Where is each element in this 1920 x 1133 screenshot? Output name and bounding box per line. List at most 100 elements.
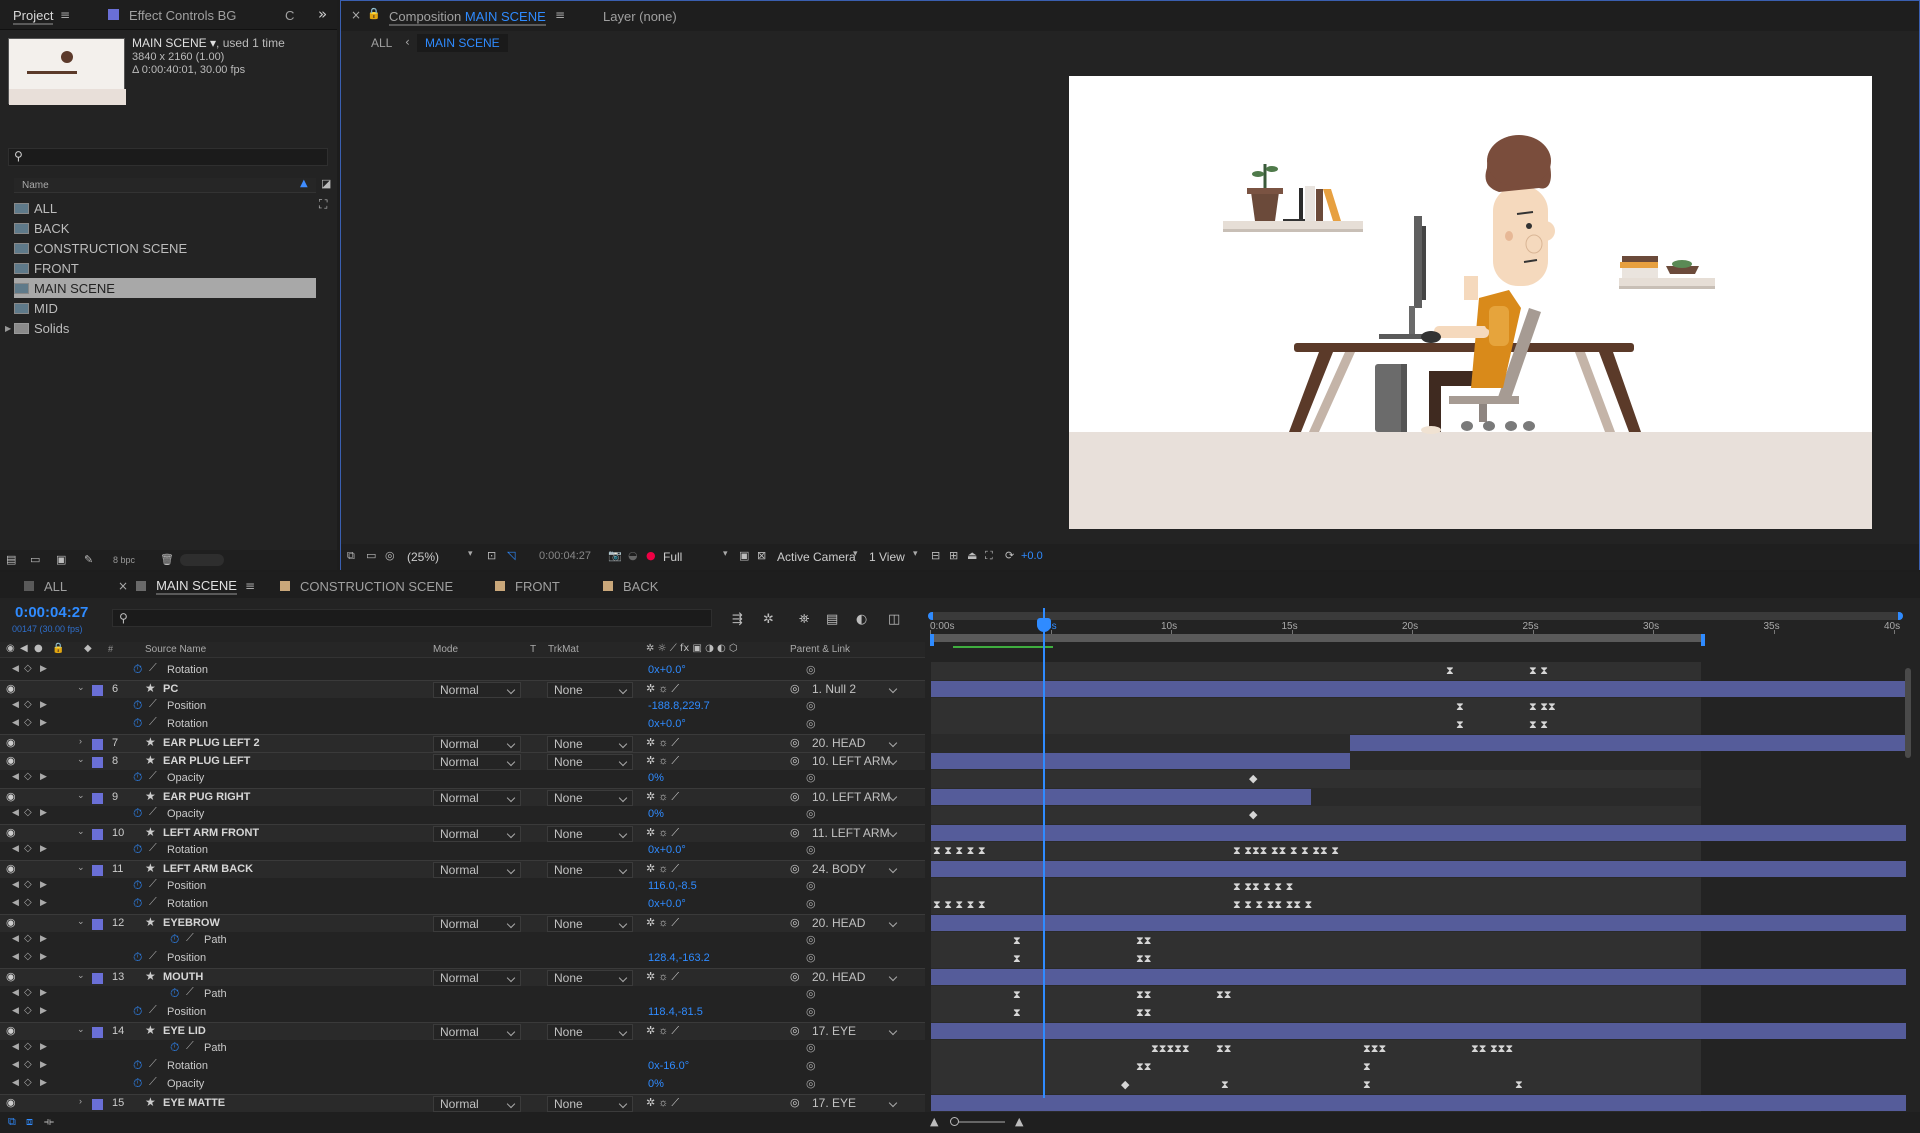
zoom-out-icon[interactable]: ▲ [930,1115,938,1128]
property-row[interactable]: ◀ ◇ ▶ ⏱ ⟋ Opacity 0% ◎ [0,806,925,824]
pickwhip-icon[interactable]: ◎ [790,754,800,767]
keyframe[interactable]: ⧗ [1013,953,1021,965]
stopwatch-icon[interactable]: ⏱ [133,842,142,857]
expand-right-icon[interactable]: › [79,1096,82,1106]
timeline-current-time[interactable]: 0:00:04:27 [15,604,88,621]
keyframe[interactable]: ⧗ ⧗⧗ ⧗ ⧗ ⧗ [1233,881,1293,893]
layer-name[interactable]: PC [163,683,178,695]
eye-icon[interactable]: ◉ [6,1024,16,1037]
layer-color-swatch[interactable] [92,829,103,840]
snapshot-icon[interactable]: ◒ [628,549,638,562]
bit-depth[interactable]: 8 bpc [113,555,135,565]
flowchart-icon[interactable]: ⛶ [985,549,993,563]
next-keyframe-icon[interactable]: ▶ [40,843,47,854]
layer-switches[interactable]: ✲ ☼ ⟋ [646,736,679,750]
stopwatch-icon[interactable]: ⏱ [133,662,142,677]
comp-canvas[interactable] [1069,76,1872,529]
layer-name[interactable]: LEFT ARM BACK [163,863,253,875]
chevron-left-icon[interactable]: ‹ [405,35,410,49]
trkmat-select[interactable]: None [547,916,633,932]
property-row[interactable]: ◀ ◇ ▶ ⏱ ⟋ Path ◎ [0,932,925,950]
pickwhip-icon[interactable]: ◎ [790,682,800,695]
layer-color-swatch[interactable] [92,757,103,768]
next-keyframe-icon[interactable]: ▶ [40,771,47,782]
pickwhip-icon[interactable]: ◎ [806,987,816,1000]
pixel-aspect-icon[interactable]: ⊟ [931,549,940,562]
comp-name[interactable]: MAIN SCENE ▾ [132,36,216,50]
prev-keyframe-icon[interactable]: ◀ [12,843,19,854]
stopwatch-icon[interactable]: ⏱ [133,716,142,731]
property-value[interactable]: 0x+0.0° [648,898,686,910]
pickwhip-icon[interactable]: ◎ [806,717,816,730]
pickwhip-icon[interactable]: ◎ [806,771,816,784]
layer-duration-bar[interactable] [931,681,1906,697]
property-value[interactable]: 0% [648,1078,664,1090]
parent-select[interactable]: 1. Null 2 [806,682,902,698]
graph-icon[interactable]: ⟋ [149,698,157,711]
eye-icon[interactable]: ◉ [6,643,15,654]
project-settings-icon[interactable]: ✎ [84,553,93,566]
trkmat-select[interactable]: None [547,736,633,752]
pickwhip-icon[interactable]: ◎ [806,1041,816,1054]
tab-all[interactable]: ALL [24,577,67,595]
keyframe[interactable]: ⧗ ⧗ ⧗ ⧗ ⧗ [933,899,986,911]
pickwhip-icon[interactable]: ◎ [806,663,816,676]
parent-select[interactable]: 10. LEFT ARM [806,790,902,806]
graph-icon[interactable]: ⟋ [149,842,157,855]
keyframe-toggle-icon[interactable]: ◇ [24,1059,32,1070]
prev-keyframe-icon[interactable]: ◀ [12,987,19,998]
project-item[interactable]: ALL [14,198,316,218]
blend-mode-select[interactable]: Normal [433,1096,521,1112]
keyframe[interactable]: ⧗ [1013,989,1021,1001]
trkmat-select[interactable]: None [547,754,633,770]
fast-preview-icon[interactable]: ⊞ [949,549,958,562]
layer-duration-bar[interactable] [931,789,1312,805]
pickwhip-icon[interactable]: ◎ [790,1024,800,1037]
tab-composition[interactable]: Composition MAIN SCENE [389,9,546,26]
layer-color-swatch[interactable] [92,739,103,750]
blend-mode-select[interactable]: Normal [433,862,521,878]
trkmat-header[interactable]: TrkMat [548,644,579,655]
zoom-slider-handle[interactable] [950,1117,959,1126]
pickwhip-icon[interactable]: ◎ [806,699,816,712]
layer-duration-bar[interactable] [931,915,1906,931]
graph-icon[interactable]: ⟋ [149,716,157,729]
next-keyframe-icon[interactable]: ▶ [40,717,47,728]
chevron-down-icon[interactable]: ▾ [913,549,918,559]
project-search-input[interactable]: ⚲ [8,148,328,166]
keyframe-toggle-icon[interactable]: ◇ [24,933,32,944]
view-layout-select[interactable]: 1 View [869,550,905,564]
new-comp-icon[interactable]: ▣ [56,553,66,566]
stopwatch-icon[interactable]: ⏱ [133,896,142,911]
property-row[interactable]: ◀ ◇ ▶ ⏱ ⟋ Rotation 0x+0.0° ◎ [0,842,925,860]
color-channels-icon[interactable]: ● [646,549,656,562]
t-header[interactable]: T [530,644,536,655]
property-row[interactable]: ◀ ◇ ▶ ⏱ ⟋ Path ◎ [0,1040,925,1058]
pickwhip-icon[interactable]: ◎ [806,879,816,892]
prev-keyframe-icon[interactable]: ◀ [12,807,19,818]
keyframe[interactable]: ⧗⧗ [1216,1043,1231,1055]
prev-keyframe-icon[interactable]: ◀ [12,933,19,944]
next-keyframe-icon[interactable]: ▶ [40,1059,47,1070]
layer-name[interactable]: EYE LID [163,1025,206,1037]
in-out-icon[interactable]: ⟛ [44,1115,54,1129]
graph-editor-icon[interactable]: ◫ [888,612,900,627]
hide-shy-icon[interactable]: ⛯ [799,612,809,627]
tab-project[interactable]: Project [13,8,54,25]
layer-duration-bar[interactable] [931,969,1906,985]
stopwatch-icon[interactable]: ⏱ [133,950,142,965]
vertical-scrollbar[interactable] [1905,668,1911,758]
parent-select[interactable]: 20. HEAD [806,916,902,932]
layer-row[interactable]: ◉ › 15 ★ EYE MATTE Normal None ✲ ☼ ⟋ ◎ 17. EYE [0,1094,925,1112]
prev-keyframe-icon[interactable]: ◀ [12,771,19,782]
prev-keyframe-icon[interactable]: ◀ [12,663,19,674]
keyframe[interactable]: ⧗ ⧗ ⧗ ⧗⧗ ⧗⧗ ⧗ [1233,899,1312,911]
layer-duration-bar[interactable] [931,1023,1906,1039]
graph-icon[interactable]: ⟋ [149,662,157,675]
layer-switches[interactable]: ✲ ☼ ⟋ [646,970,679,984]
next-keyframe-icon[interactable]: ▶ [40,1005,47,1016]
mask-icon[interactable]: ◹ [507,549,515,562]
property-value[interactable]: 0x+0.0° [648,664,686,676]
pickwhip-icon[interactable]: ◎ [806,807,816,820]
keyframe[interactable]: ⧗⧗⧗ [1363,1043,1386,1055]
